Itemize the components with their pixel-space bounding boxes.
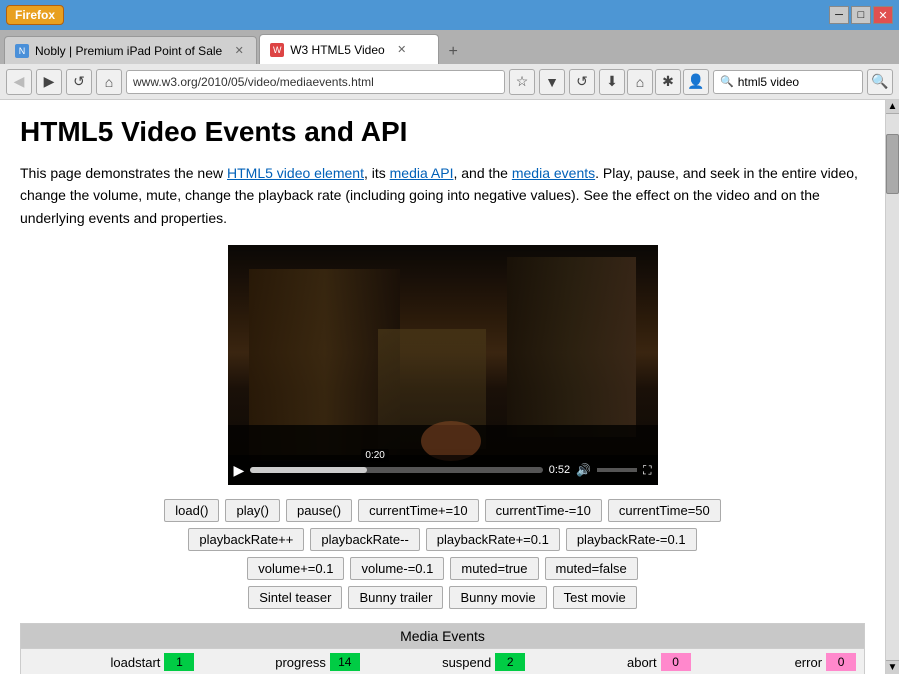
controls-row-3: volume+=0.1 volume-=0.1 muted=true muted…	[247, 557, 637, 580]
tab-nobly[interactable]: N Nobly | Premium iPad Point of Sale ✕	[4, 36, 257, 64]
firefox-button[interactable]: Firefox	[6, 5, 64, 25]
playbackrate-plus01-button[interactable]: playbackRate+=0.1	[426, 528, 560, 551]
video-scene	[228, 245, 658, 485]
content-area: HTML5 Video Events and API This page dem…	[0, 100, 899, 674]
link-media-events[interactable]: media events	[512, 165, 595, 181]
play-pause-button[interactable]: ▶	[234, 462, 245, 479]
playbackrate-minus01-button[interactable]: playbackRate-=0.1	[566, 528, 697, 551]
home-nav-button[interactable]: ⌂	[627, 69, 653, 95]
reload-icon[interactable]: ↺	[569, 69, 595, 95]
video-player[interactable]: ▶ 0:20 0:52 🔊 ⛶	[228, 245, 658, 485]
search-submit-icon[interactable]: 🔍	[867, 69, 893, 95]
play-button[interactable]: play()	[225, 499, 280, 522]
event-abort: abort 0	[525, 653, 690, 671]
forward-button[interactable]: ▶	[36, 69, 62, 95]
progress-fill	[250, 467, 367, 473]
scrollbar-up[interactable]: ▲	[886, 100, 899, 114]
title-bar: Firefox ─ □ ✕	[0, 0, 899, 30]
volume-bar[interactable]	[597, 468, 637, 472]
muted-false-button[interactable]: muted=false	[545, 557, 638, 580]
page-content: HTML5 Video Events and API This page dem…	[0, 100, 885, 674]
search-value: html5 video	[738, 75, 799, 89]
tab-close-w3[interactable]: ✕	[395, 43, 409, 57]
tab-title-w3: W3 HTML5 Video	[290, 43, 384, 57]
test-movie-button[interactable]: Test movie	[553, 586, 637, 609]
scrollbar-thumb[interactable]	[886, 134, 899, 194]
volume-minus-button[interactable]: volume-=0.1	[350, 557, 444, 580]
currenttime-plus-button[interactable]: currentTime+=10	[358, 499, 479, 522]
currenttime-minus-button[interactable]: currentTime-=10	[485, 499, 602, 522]
search-bar[interactable]: 🔍 html5 video	[713, 70, 863, 94]
currenttime-50-button[interactable]: currentTime=50	[608, 499, 721, 522]
tab-title-nobly: Nobly | Premium iPad Point of Sale	[35, 44, 222, 58]
page-description: This page demonstrates the new HTML5 vid…	[20, 162, 865, 229]
close-button[interactable]: ✕	[873, 6, 893, 24]
url-bar[interactable]: www.w3.org/2010/05/video/mediaevents.htm…	[126, 70, 505, 94]
volume-plus-button[interactable]: volume+=0.1	[247, 557, 344, 580]
controls-row-4: Sintel teaser Bunny trailer Bunny movie …	[248, 586, 637, 609]
tab-w3video[interactable]: W W3 HTML5 Video ✕	[259, 34, 439, 64]
event-loadstart: loadstart 1	[29, 653, 194, 671]
link-media-api[interactable]: media API	[390, 165, 454, 181]
addon-button[interactable]: ✱	[655, 69, 681, 95]
refresh-button[interactable]: ↺	[66, 69, 92, 95]
event-error-label: error	[691, 655, 822, 670]
controls-row-1: load() play() pause() currentTime+=10 cu…	[164, 499, 721, 522]
url-text: www.w3.org/2010/05/video/mediaevents.htm…	[133, 75, 374, 89]
minimize-button[interactable]: ─	[829, 6, 849, 24]
greasemonkey-button[interactable]: 👤	[683, 69, 709, 95]
video-container: ▶ 0:20 0:52 🔊 ⛶	[228, 245, 658, 485]
new-tab-button[interactable]: +	[441, 40, 465, 64]
bookmark-icon[interactable]: ☆	[509, 69, 535, 95]
sintel-teaser-button[interactable]: Sintel teaser	[248, 586, 342, 609]
controls-section: load() play() pause() currentTime+=10 cu…	[20, 499, 865, 609]
event-error: error 0	[691, 653, 856, 671]
event-progress: progress 14	[194, 653, 359, 671]
event-abort-label: abort	[525, 655, 656, 670]
link-html5-video[interactable]: HTML5 video element	[227, 165, 364, 181]
event-loadstart-label: loadstart	[29, 655, 160, 670]
fullscreen-button[interactable]: ⛶	[643, 463, 651, 478]
location-icon[interactable]: ▼	[539, 69, 565, 95]
downloads-button[interactable]: ⬇	[599, 69, 625, 95]
nav-bar: ◀ ▶ ↺ ⌂ www.w3.org/2010/05/video/mediaev…	[0, 64, 899, 100]
scrollbar[interactable]: ▲ ▼	[885, 100, 899, 674]
bunny-movie-button[interactable]: Bunny movie	[449, 586, 546, 609]
event-abort-value: 0	[661, 653, 691, 671]
home-button[interactable]: ⌂	[96, 69, 122, 95]
event-loadstart-value: 1	[164, 653, 194, 671]
event-suspend: suspend 2	[360, 653, 525, 671]
search-icon: 🔍	[720, 75, 734, 88]
time-badge: 0:20	[361, 449, 388, 462]
scrollbar-down[interactable]: ▼	[886, 660, 899, 674]
time-display: 0:52	[549, 464, 570, 476]
bunny-trailer-button[interactable]: Bunny trailer	[348, 586, 443, 609]
video-progress[interactable]: 0:20	[250, 467, 542, 473]
events-row-1: loadstart 1 progress 14 suspend 2 abort …	[21, 649, 864, 674]
event-progress-label: progress	[194, 655, 325, 670]
tab-close-nobly[interactable]: ✕	[232, 44, 246, 58]
event-error-value: 0	[826, 653, 856, 671]
event-suspend-value: 2	[495, 653, 525, 671]
pause-button[interactable]: pause()	[286, 499, 352, 522]
video-controls: ▶ 0:20 0:52 🔊 ⛶	[228, 455, 658, 485]
tab-bar: N Nobly | Premium iPad Point of Sale ✕ W…	[0, 30, 899, 64]
playbackrate-minusminus-button[interactable]: playbackRate--	[310, 528, 419, 551]
events-header: Media Events	[21, 624, 864, 649]
events-section: Media Events loadstart 1 progress 14 sus…	[20, 623, 865, 674]
page-title: HTML5 Video Events and API	[20, 116, 865, 148]
event-suspend-label: suspend	[360, 655, 491, 670]
load-button[interactable]: load()	[164, 499, 219, 522]
event-progress-value: 14	[330, 653, 360, 671]
playbackrate-plusplus-button[interactable]: playbackRate++	[188, 528, 304, 551]
muted-true-button[interactable]: muted=true	[450, 557, 538, 580]
controls-row-2: playbackRate++ playbackRate-- playbackRa…	[188, 528, 696, 551]
back-button[interactable]: ◀	[6, 69, 32, 95]
volume-icon[interactable]: 🔊	[576, 463, 591, 477]
maximize-button[interactable]: □	[851, 6, 871, 24]
tab-favicon-w3: W	[270, 43, 284, 57]
tab-favicon-nobly: N	[15, 44, 29, 58]
